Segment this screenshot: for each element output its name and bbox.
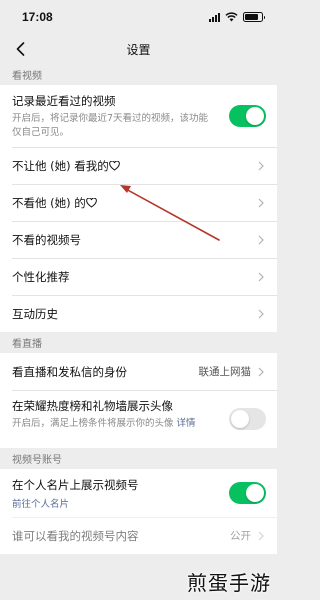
- chevron-right-icon: [257, 271, 265, 283]
- chevron-left-icon: [16, 42, 24, 56]
- chevron-right-icon: [257, 366, 265, 378]
- honor-avatar-title: 在荣耀热度榜和礼物墙展示头像: [12, 399, 173, 413]
- signal-icon: [209, 12, 220, 22]
- status-bar: 17:08: [0, 0, 277, 34]
- section-header-channel-account: 视频号账号: [12, 455, 62, 466]
- interaction-history-row[interactable]: 互动历史: [0, 295, 277, 332]
- group-live: 看直播和发私信的身份 联通上网猫 在荣耀热度榜和礼物墙展示头像 开启后，满足上榜…: [0, 353, 277, 448]
- section-header-live: 看直播: [12, 339, 42, 350]
- not-watch-row[interactable]: 不看他 (她) 的: [0, 184, 277, 221]
- live-identity-label: 看直播和发私信的身份: [12, 364, 127, 379]
- block-them-label: 不让他 (她) 看我的: [12, 158, 257, 174]
- wifi-icon: [225, 12, 238, 22]
- page-title: 设置: [126, 42, 151, 57]
- honor-details-link[interactable]: 详情: [177, 418, 196, 429]
- show-on-card-row: 在个人名片上展示视频号 前往个人名片: [0, 469, 277, 517]
- go-to-card-link[interactable]: 前往个人名片: [12, 496, 217, 510]
- personalized-recommend-row[interactable]: 个性化推荐: [0, 258, 277, 295]
- chevron-right-icon: [257, 308, 265, 320]
- record-recent-videos-toggle[interactable]: [229, 105, 266, 127]
- live-identity-value: 联通上网猫: [198, 366, 252, 378]
- section-header-watch-video: 看视频: [12, 71, 42, 82]
- status-time: 17:08: [22, 10, 53, 24]
- chevron-right-icon: [257, 160, 265, 172]
- show-on-card-title: 在个人名片上展示视频号: [12, 478, 139, 492]
- chevron-right-icon: [257, 197, 265, 209]
- back-button[interactable]: [10, 39, 30, 59]
- chevron-right-icon: [257, 234, 265, 246]
- group-channel-account: 在个人名片上展示视频号 前往个人名片 谁可以看我的视频号内容 公开: [0, 469, 277, 554]
- heart-icon: [85, 197, 97, 208]
- who-can-see-value: 公开: [230, 530, 251, 542]
- live-identity-row[interactable]: 看直播和发私信的身份 联通上网猫: [0, 353, 277, 390]
- chevron-right-icon: [257, 530, 265, 542]
- group-watch-video: 记录最近看过的视频 开启后，将记录你最近7天看过的视频，该功能仅自己可见。 不让…: [0, 85, 277, 332]
- record-recent-videos-desc: 开启后，将记录你最近7天看过的视频，该功能仅自己可见。: [12, 113, 209, 138]
- block-them-row[interactable]: 不让他 (她) 看我的: [0, 147, 277, 184]
- record-recent-videos-row: 记录最近看过的视频 开启后，将记录你最近7天看过的视频，该功能仅自己可见。: [0, 85, 277, 147]
- watermark-text: 煎蛋手游: [187, 571, 271, 595]
- honor-avatar-desc: 开启后，满足上榜条件将展示你的头像 详情: [12, 418, 196, 429]
- who-can-see-row[interactable]: 谁可以看我的视频号内容 公开: [0, 517, 277, 554]
- honor-avatar-row: 在荣耀热度榜和礼物墙展示头像 开启后，满足上榜条件将展示你的头像 详情: [0, 390, 277, 448]
- not-watch-label: 不看他 (她) 的: [12, 195, 257, 211]
- not-watch-channel-row[interactable]: 不看的视频号: [0, 221, 277, 258]
- interaction-history-label: 互动历史: [12, 306, 58, 321]
- record-recent-videos-title: 记录最近看过的视频: [12, 94, 116, 108]
- not-watch-channel-label: 不看的视频号: [12, 232, 81, 247]
- nav-bar: 设置: [0, 34, 277, 64]
- status-icons: [209, 12, 265, 22]
- honor-avatar-toggle[interactable]: [229, 408, 266, 430]
- show-on-card-toggle[interactable]: [229, 482, 266, 504]
- who-can-see-label: 谁可以看我的视频号内容: [12, 528, 139, 543]
- personalized-recommend-label: 个性化推荐: [12, 269, 70, 284]
- battery-icon: [243, 12, 265, 22]
- heart-icon: [108, 160, 120, 171]
